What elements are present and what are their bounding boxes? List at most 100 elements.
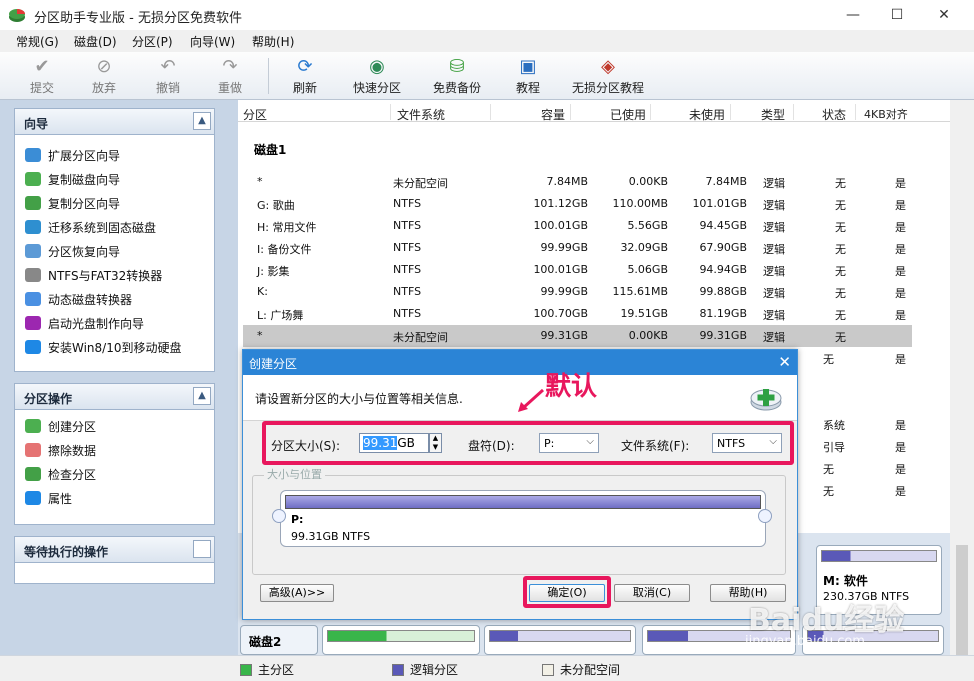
lossless-tutorial-button[interactable]: ◈ 无损分区教程 bbox=[568, 56, 648, 98]
table-row[interactable]: J: 影集 NTFS 100.01GB 5.06GB 94.94GB 逻辑 无 是 bbox=[243, 259, 912, 281]
redo-button[interactable]: ↷ 重做 bbox=[210, 56, 250, 98]
cell-type: 逻辑 bbox=[763, 243, 785, 256]
table-row[interactable]: G: 歌曲 NTFS 101.12GB 110.00MB 101.01GB 逻辑 无 是 bbox=[243, 193, 912, 215]
sidebar-item-wipe-data[interactable]: 擦除数据 bbox=[25, 442, 96, 462]
commit-button[interactable]: ✔ 提交 bbox=[22, 56, 62, 98]
table-row[interactable]: * 未分配空间 99.31GB 0.00KB 99.31GB 逻辑 无 bbox=[243, 325, 912, 347]
sidebar-item-label: 扩展分区向导 bbox=[48, 149, 121, 163]
vertical-scrollbar[interactable] bbox=[950, 100, 974, 675]
primary-swatch bbox=[240, 664, 252, 676]
quick-partition-button[interactable]: ◉ 快速分区 bbox=[346, 56, 408, 98]
cell-align: 是 bbox=[895, 199, 906, 212]
close-window-button[interactable]: ✕ bbox=[921, 0, 967, 30]
col-status[interactable]: 状态 bbox=[822, 106, 846, 123]
menu-general[interactable]: 常规(G) bbox=[16, 33, 59, 50]
disk2-header[interactable]: 磁盘2 bbox=[240, 625, 318, 655]
size-spinner[interactable]: ▲ ▼ bbox=[429, 433, 442, 453]
table-row[interactable]: L: 广场舞 NTFS 100.70GB 19.51GB 81.19GB 逻辑 无 是 bbox=[243, 303, 912, 325]
sidebar-item-boot-cd-wizard[interactable]: 启动光盘制作向导 bbox=[25, 315, 144, 335]
sidebar-item-dynamic-disk-converter[interactable]: 动态磁盘转换器 bbox=[25, 291, 132, 311]
cell-status: 无 bbox=[835, 177, 846, 190]
usage-bar bbox=[821, 550, 937, 562]
cell-type: 逻辑 bbox=[763, 309, 785, 322]
redo-label: 重做 bbox=[217, 81, 242, 95]
dialog-close-icon[interactable]: ✕ bbox=[778, 353, 791, 371]
menu-partition[interactable]: 分区(P) bbox=[132, 33, 173, 50]
cell-name: G: 歌曲 bbox=[257, 199, 295, 212]
checkmark-icon: ✔ bbox=[34, 56, 50, 77]
partition-slider-box[interactable]: P: 99.31GB NTFS bbox=[280, 490, 766, 547]
cell-status: 无 bbox=[835, 243, 846, 256]
col-filesystem[interactable]: 文件系统 bbox=[397, 106, 445, 123]
col-used[interactable]: 已使用 bbox=[610, 106, 646, 123]
sidebar-item-properties[interactable]: 属性 bbox=[25, 490, 72, 510]
cell-fs: NTFS bbox=[393, 285, 422, 298]
table-row[interactable]: H: 常用文件 NTFS 100.01GB 5.56GB 94.45GB 逻辑 无 是 bbox=[243, 215, 912, 237]
cell-used: 115.61MB bbox=[612, 285, 668, 298]
left-resize-handle[interactable] bbox=[272, 509, 286, 523]
sidebar-item-extend-partition-wizard[interactable]: 扩展分区向导 bbox=[25, 147, 120, 167]
collapse-pending-icon[interactable] bbox=[193, 540, 211, 558]
cell-align: 是 bbox=[895, 309, 906, 322]
legend-unallocated-label: 未分配空间 bbox=[560, 663, 621, 677]
filesystem-select[interactable]: NTFS ⌵ bbox=[712, 433, 782, 453]
sidebar-item-win-to-go[interactable]: 安装Win8/10到移动硬盘 bbox=[25, 339, 182, 359]
sidebar-item-label: 动态磁盘转换器 bbox=[48, 293, 133, 307]
sidebar-item-ntfs-fat32-converter[interactable]: NTFS与FAT32转换器 bbox=[25, 267, 162, 287]
legend-unallocated: 未分配空间 bbox=[542, 661, 620, 678]
collapse-wizard-icon[interactable]: ▲ bbox=[193, 112, 211, 130]
discard-button[interactable]: ⊘ 放弃 bbox=[84, 56, 124, 98]
maximize-button[interactable]: ☐ bbox=[874, 0, 920, 30]
partition-bar bbox=[285, 495, 761, 509]
table-row[interactable]: I: 备份文件 NTFS 99.99GB 32.09GB 67.90GB 逻辑 无 是 bbox=[243, 237, 912, 259]
legend-bar: 主分区 逻辑分区 未分配空间 bbox=[0, 655, 974, 681]
sidebar-item-copy-partition-wizard[interactable]: 复制分区向导 bbox=[25, 195, 120, 215]
tutorial-icon: ▣ bbox=[519, 56, 537, 77]
undo-button[interactable]: ↶ 撤销 bbox=[148, 56, 188, 98]
menu-help[interactable]: 帮助(H) bbox=[252, 33, 294, 50]
cancel-button[interactable]: 取消(C) bbox=[614, 584, 690, 602]
menu-disk[interactable]: 磁盘(D) bbox=[74, 33, 117, 50]
disk-plus-icon bbox=[750, 389, 782, 411]
col-partition[interactable]: 分区 bbox=[243, 106, 267, 123]
disk2-partition-2[interactable] bbox=[484, 625, 636, 655]
sidebar-item-create-partition[interactable]: 创建分区 bbox=[25, 418, 96, 438]
tutorial-button[interactable]: ▣ 教程 bbox=[508, 56, 548, 98]
discard-icon: ⊘ bbox=[96, 56, 112, 77]
annotation-default-text: 默认 bbox=[545, 372, 598, 402]
cell-fs: NTFS bbox=[393, 219, 422, 232]
cell-align: 是 bbox=[895, 419, 906, 432]
sidebar-item-partition-recovery[interactable]: 分区恢复向导 bbox=[25, 243, 120, 263]
free-backup-button[interactable]: ⛁ 免费备份 bbox=[426, 56, 488, 98]
toolbar: ✔ 提交 ⊘ 放弃 ↶ 撤销 ↷ 重做 ⟳ 刷新 ◉ 快速分区 ⛁ 免费备份 ▣… bbox=[0, 52, 974, 100]
menu-wizard[interactable]: 向导(W) bbox=[190, 33, 235, 50]
refresh-button[interactable]: ⟳ 刷新 bbox=[285, 56, 325, 98]
col-4k-align[interactable]: 4KB对齐 bbox=[864, 106, 908, 122]
col-capacity[interactable]: 容量 bbox=[541, 106, 565, 123]
migrate-icon bbox=[25, 220, 41, 234]
collapse-ops-icon[interactable]: ▲ bbox=[193, 387, 211, 405]
col-type[interactable]: 类型 bbox=[761, 106, 785, 123]
partition-size-input[interactable]: 99.31GB bbox=[359, 433, 429, 453]
sidebar-item-migrate-os-ssd[interactable]: 迁移系统到固态磁盘 bbox=[25, 219, 156, 239]
sidebar-item-check-partition[interactable]: 检查分区 bbox=[25, 466, 96, 486]
right-resize-handle[interactable] bbox=[758, 509, 772, 523]
create-partition-icon bbox=[25, 419, 41, 433]
drive-letter-select[interactable]: P: ⌵ bbox=[539, 433, 599, 453]
table-row[interactable]: K: NTFS 99.99GB 115.61MB 99.88GB 逻辑 无 是 bbox=[243, 281, 912, 303]
cell-name: * bbox=[257, 175, 263, 188]
partition-ops-header: 分区操作 ▲ bbox=[15, 384, 214, 410]
sidebar-item-copy-disk-wizard[interactable]: 复制磁盘向导 bbox=[25, 171, 120, 191]
cell-name: * bbox=[257, 329, 263, 342]
disk2-partition-1[interactable] bbox=[322, 625, 480, 655]
advanced-button[interactable]: 高级(A)>> bbox=[260, 584, 334, 602]
minimize-button[interactable]: — bbox=[830, 0, 876, 30]
col-unused[interactable]: 未使用 bbox=[689, 106, 725, 123]
lossless-tutorial-icon: ◈ bbox=[601, 56, 615, 77]
cell-align: 是 bbox=[895, 353, 906, 366]
backup-icon: ⛁ bbox=[449, 56, 465, 77]
size-unit: GB bbox=[397, 436, 415, 450]
cell-name: L: 广场舞 bbox=[257, 309, 304, 322]
table-row[interactable]: * 未分配空间 7.84MB 0.00KB 7.84MB 逻辑 无 是 bbox=[243, 171, 912, 193]
cell-free: 81.19GB bbox=[699, 307, 747, 320]
